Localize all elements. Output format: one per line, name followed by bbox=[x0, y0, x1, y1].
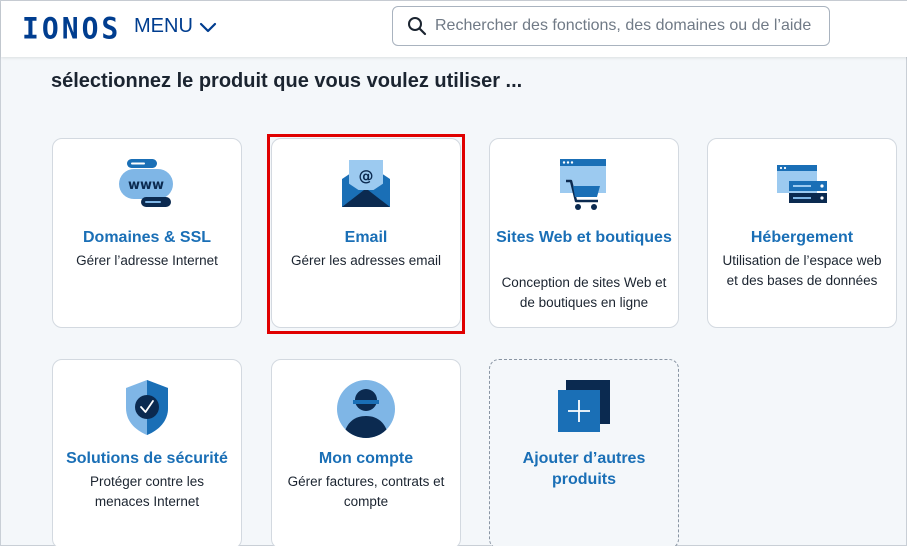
menu-label: MENU bbox=[134, 15, 193, 37]
product-card-websites[interactable]: Sites Web et boutiques Conception de sit… bbox=[489, 138, 679, 328]
product-card-domains[interactable]: www Domaines & SSL Gérer l’adresse Inter… bbox=[52, 138, 242, 328]
product-description: Gérer les adresses email bbox=[290, 253, 442, 268]
email-envelope-icon: @ bbox=[342, 160, 390, 207]
ionos-logo[interactable]: IONOS bbox=[22, 11, 121, 46]
hosting-server-icon bbox=[777, 165, 827, 203]
search-icon bbox=[408, 17, 427, 36]
top-header: IONOS MENU bbox=[1, 1, 907, 57]
product-name: Sites Web et boutiques bbox=[496, 229, 672, 246]
www-domain-icon: www bbox=[119, 159, 173, 207]
page-title: sélectionnez le produit que vous voulez … bbox=[51, 70, 523, 92]
account-user-icon bbox=[337, 380, 395, 438]
product-card-add-more[interactable]: Ajouter d’autres produits bbox=[489, 359, 679, 546]
search-input[interactable] bbox=[435, 17, 829, 35]
product-description: Gérer l’adresse Internet bbox=[76, 253, 218, 268]
product-name: Domaines & SSL bbox=[82, 229, 212, 246]
product-description: Conception de sites Web et de boutiques … bbox=[501, 275, 667, 310]
website-shop-cart-icon bbox=[560, 159, 606, 210]
chevron-down-icon bbox=[199, 22, 216, 32]
search-box[interactable] bbox=[392, 6, 830, 46]
product-card-account[interactable]: Mon compte Gérer factures, contrats et c… bbox=[271, 359, 461, 546]
product-description: Protéger contre les menaces Internet bbox=[89, 474, 205, 509]
product-name: Ajouter d’autres produits bbox=[522, 450, 646, 488]
svg-text:@: @ bbox=[359, 167, 374, 185]
menu-button[interactable]: MENU bbox=[134, 15, 217, 38]
product-card-security[interactable]: Solutions de sécurité Protéger contre le… bbox=[52, 359, 242, 546]
product-card-email[interactable]: @ Email Gérer les adresses email bbox=[271, 138, 461, 328]
product-name: Email bbox=[344, 229, 388, 246]
product-description: Utilisation de l’espace web et des bases… bbox=[722, 253, 882, 288]
add-plus-icon bbox=[558, 380, 610, 432]
product-description: Gérer factures, contrats et compte bbox=[287, 474, 445, 509]
svg-text:www: www bbox=[128, 178, 164, 193]
product-name: Hébergement bbox=[750, 229, 854, 246]
product-name: Mon compte bbox=[318, 450, 414, 467]
product-name: Solutions de sécurité bbox=[66, 450, 228, 467]
product-card-hosting[interactable]: Hébergement Utilisation de l’espace web … bbox=[707, 138, 897, 328]
security-shield-icon bbox=[126, 380, 168, 435]
